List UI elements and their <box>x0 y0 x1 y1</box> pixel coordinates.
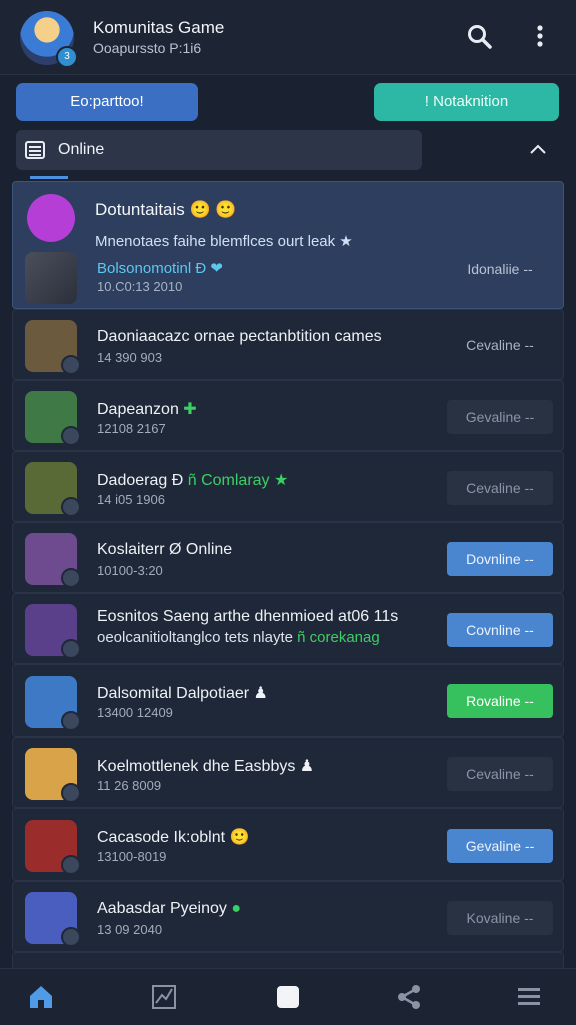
player-name: Koelmottlenek dhe Easbbys ♟ <box>97 758 315 775</box>
online-dot-icon: ● <box>231 900 241 917</box>
player-name-text: Dapeanzon <box>97 401 179 418</box>
featured-description: Mnenotaes faihe blemflces ourt leak ★ <box>95 233 353 250</box>
notification-button[interactable]: ! Notaknition <box>374 83 559 121</box>
row-action-button[interactable]: Gevaline -- <box>447 829 553 863</box>
player-name: Dapeanzon ✚ <box>97 399 197 419</box>
status-badge <box>61 639 81 659</box>
app-header: 3 Komunitas Game Ooapurssto P:1i6 <box>0 0 576 75</box>
row-action-button[interactable]: Kovaline -- <box>447 901 553 935</box>
list-item[interactable]: Dapeanzon ✚ 12108 2167 Gevaline -- <box>12 380 564 451</box>
row-action-button[interactable]: Cevaline -- <box>447 328 553 362</box>
list-item[interactable]: Koelmottlenek dhe Easbbys ♟ 11 26 8009 C… <box>12 737 564 808</box>
active-tab-indicator <box>30 176 68 179</box>
list-item[interactable]: Dadoerag Ð ñ Comlaray ★ 14 i05 1906 Ceva… <box>12 451 564 522</box>
player-time: 14 390 903 <box>97 350 163 365</box>
status-badge <box>61 711 81 731</box>
status-badge <box>61 783 81 803</box>
player-name-text: Aabasdar Pyeinoy <box>97 900 227 917</box>
bottom-navigation <box>0 968 576 1025</box>
share-icon[interactable] <box>395 983 423 1011</box>
avatar-badge: 3 <box>56 46 78 68</box>
status-badge <box>61 426 81 446</box>
filter-dropdown[interactable]: Online <box>16 130 422 170</box>
explore-button[interactable]: Eo:parttoo! <box>16 83 198 121</box>
featured-row[interactable]: Dotuntaitais 🙂 🙂 Mnenotaes faihe blemflc… <box>12 181 564 309</box>
row-action-button[interactable]: Rovaline -- <box>447 684 553 718</box>
app-subtitle: Ooapurssto P:1i6 <box>93 40 202 56</box>
app-title: Komunitas Game <box>93 18 225 37</box>
featured-logo-icon <box>27 194 75 242</box>
player-name-text: Dadoerag Ð <box>97 472 184 489</box>
row-action-button[interactable]: Covnline -- <box>447 613 553 647</box>
player-time: 12108 2167 <box>97 421 166 436</box>
list-item[interactable]: Daoniaacazc ornae pectanbtition cames 14… <box>12 309 564 380</box>
featured-time: 10.C0:13 2010 <box>97 279 183 294</box>
player-description: oeolcanitioltanglco tets nlayte ñ coreka… <box>97 629 380 646</box>
player-name: Cacasode Ik:oblnt 🙂 <box>97 829 250 846</box>
filter-label: Online <box>58 141 105 158</box>
collapse-icon[interactable] <box>528 140 548 160</box>
list-item[interactable]: Dalsomital Dalpotiaer ♟ 13400 12409 Rova… <box>12 664 564 737</box>
player-time: 13100-8019 <box>97 849 167 864</box>
row-action-button[interactable]: Cevaline -- <box>447 471 553 505</box>
row-action-button[interactable]: Dovnline -- <box>447 542 553 576</box>
list-item[interactable]: Cacasode Ik:oblnt 🙂 13100-8019 Gevaline … <box>12 808 564 881</box>
player-time: 13 09 2040 <box>97 922 163 937</box>
player-status-tag: ñ corekanag <box>297 629 380 646</box>
player-time: 11 26 8009 <box>97 778 162 793</box>
player-time: 14 i05 1906 <box>97 492 165 507</box>
list-item[interactable]: Koslaiterr Ø Online 10100-3:20 Dovnline … <box>12 522 564 593</box>
player-name: Dalsomital Dalpotiaer ♟ <box>97 685 268 702</box>
featured-action-button[interactable]: Idonaliie -- <box>447 261 553 283</box>
status-badge <box>61 855 81 875</box>
player-name: Eosnitos Saeng arthe dhenmioed at06 11s <box>97 608 399 625</box>
more-vertical-icon[interactable] <box>527 22 557 52</box>
player-description-text: oeolcanitioltanglco tets nlayte <box>97 629 298 646</box>
list-item[interactable]: Aabasdar Pyeinoy ● 13 09 2040 Kovaline -… <box>12 881 564 952</box>
online-list: Dotuntaitais 🙂 🙂 Mnenotaes faihe blemflc… <box>12 181 564 971</box>
menu-icon[interactable] <box>515 983 543 1011</box>
home-icon[interactable] <box>27 983 55 1011</box>
online-dot-icon: ✚ <box>183 401 197 418</box>
player-status-tag: ñ Comlaray ★ <box>187 472 289 489</box>
row-action-button[interactable]: Gevaline -- <box>447 400 553 434</box>
player-name: Daoniaacazc ornae pectanbtition cames <box>97 328 382 345</box>
player-avatar <box>25 252 77 304</box>
row-action-button[interactable]: Cevaline -- <box>447 757 553 791</box>
player-name: Aabasdar Pyeinoy ● <box>97 900 241 918</box>
list-item[interactable]: Eosnitos Saeng arthe dhenmioed at06 11s … <box>12 593 564 664</box>
player-name: Dadoerag Ð ñ Comlaray ★ <box>97 470 288 490</box>
featured-title: Dotuntaitais 🙂 🙂 <box>95 200 237 219</box>
player-time: 10100-3:20 <box>97 563 163 578</box>
status-badge <box>61 497 81 517</box>
featured-player-name: Bolsonomotinl Ð ❤ <box>97 260 223 277</box>
player-time: 13400 12409 <box>97 705 173 720</box>
square-icon[interactable] <box>274 983 302 1011</box>
search-icon[interactable] <box>465 22 495 52</box>
status-badge <box>61 568 81 588</box>
chart-icon[interactable] <box>150 983 178 1011</box>
status-badge <box>61 927 81 947</box>
list-icon <box>25 141 45 159</box>
player-name: Koslaiterr Ø Online <box>97 541 233 558</box>
status-badge <box>61 355 81 375</box>
